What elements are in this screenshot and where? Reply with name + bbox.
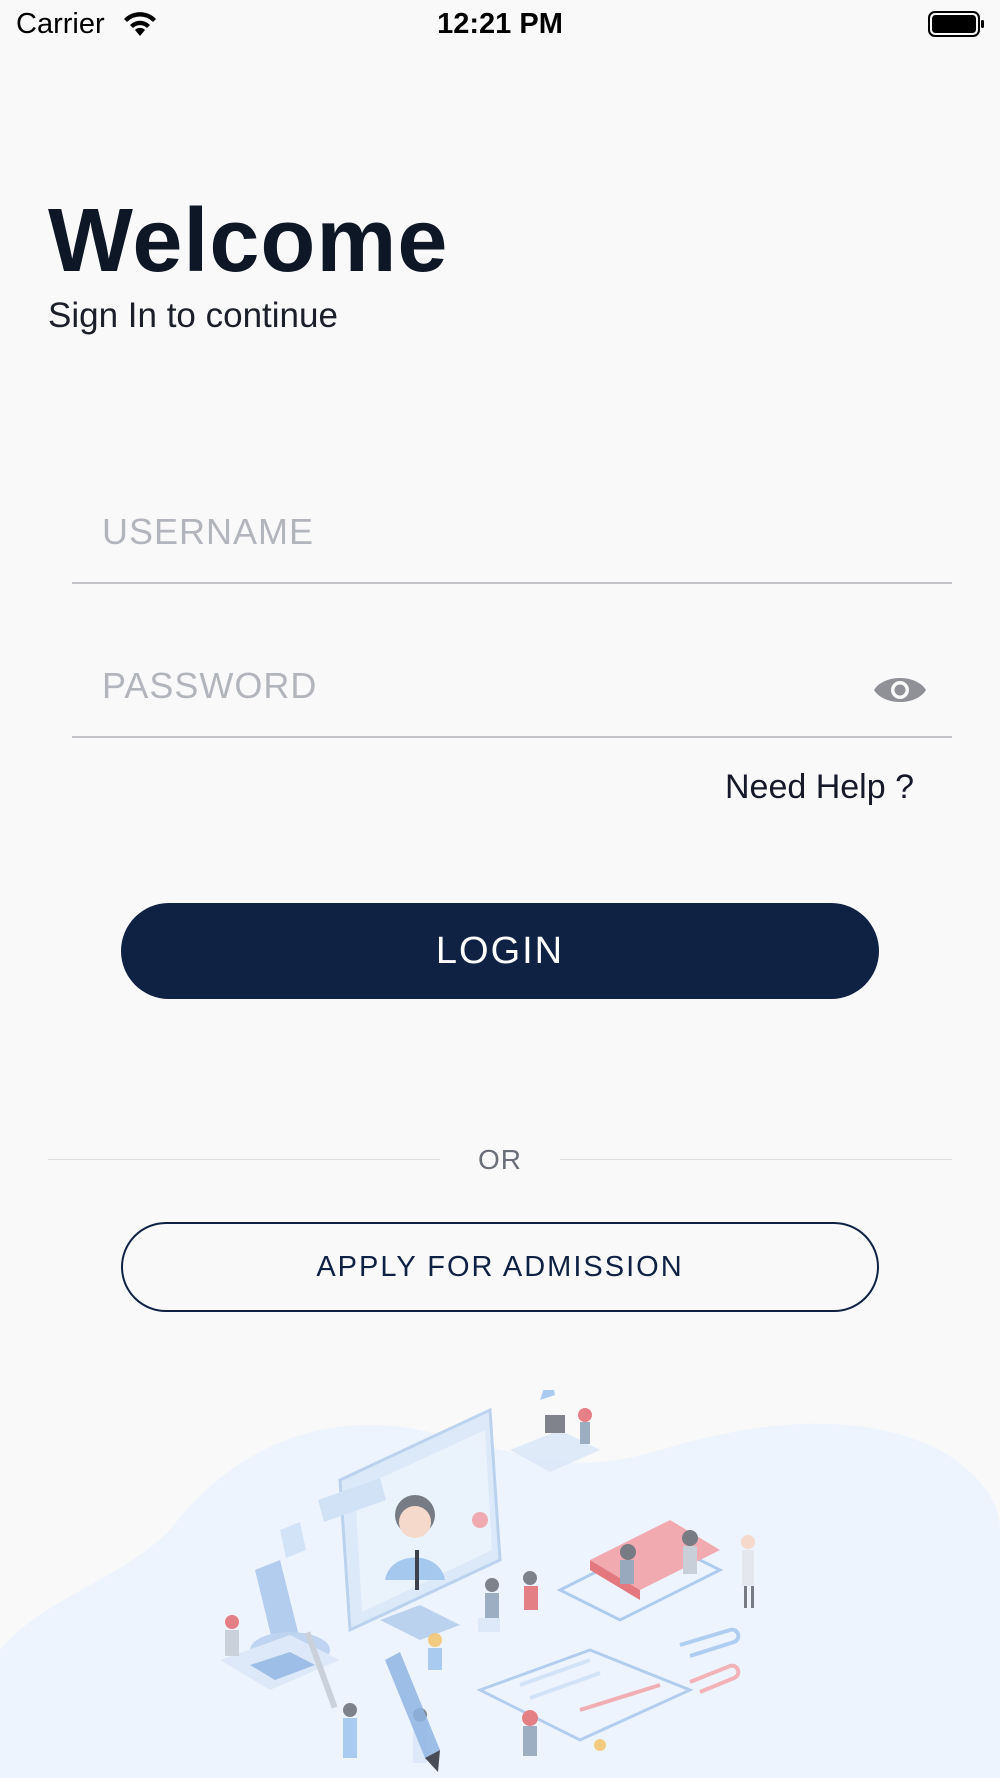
status-bar: Carrier 12:21 PM <box>0 0 1000 52</box>
eye-icon[interactable] <box>872 668 928 712</box>
education-illustration <box>0 1390 1000 1778</box>
login-button[interactable]: LOGIN <box>121 903 879 999</box>
clock: 12:21 PM <box>437 8 563 40</box>
password-input[interactable] <box>102 638 862 734</box>
password-field-container <box>72 638 952 738</box>
apply-admission-button[interactable]: APPLY FOR ADMISSION <box>121 1222 879 1312</box>
page-title: Welcome <box>48 191 449 291</box>
battery-icon <box>928 11 984 37</box>
page-subtitle: Sign In to continue <box>48 296 338 335</box>
divider-line-right <box>560 1159 952 1160</box>
or-divider: OR <box>48 1140 952 1180</box>
login-screen: Carrier 12:21 PM Welcome Sign In to cont… <box>0 0 1000 1778</box>
need-help-link[interactable]: Need Help ? <box>725 768 914 807</box>
or-label: OR <box>478 1144 522 1175</box>
username-input[interactable] <box>102 484 862 580</box>
username-field-container <box>72 484 952 584</box>
